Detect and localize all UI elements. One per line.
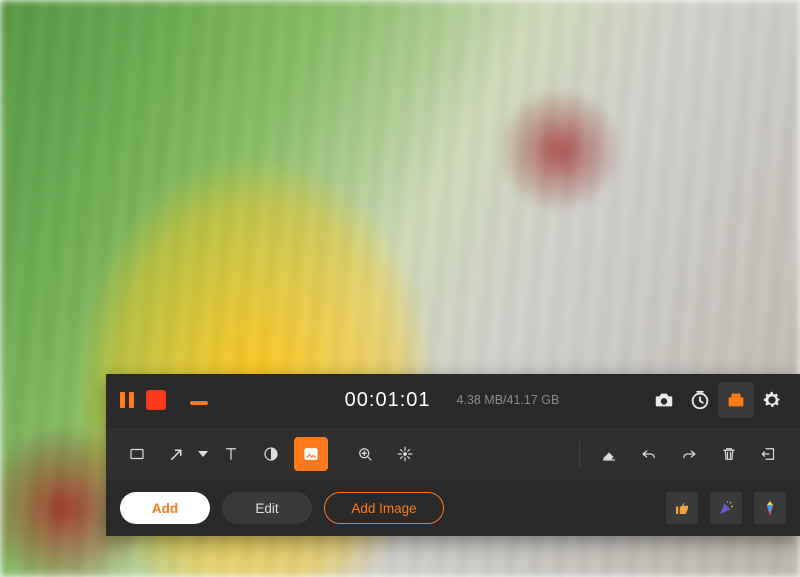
erase-icon [600, 445, 618, 463]
confetti-icon [717, 499, 735, 517]
undo-icon [640, 445, 658, 463]
focus-icon [396, 445, 414, 463]
thumbs-up-icon [673, 499, 691, 517]
sticker-diamond[interactable] [754, 492, 786, 524]
toolbox-icon [725, 389, 747, 411]
delete-button[interactable] [712, 437, 746, 471]
text-icon [222, 445, 240, 463]
trash-icon [720, 445, 738, 463]
recorder-panel: 00:01:01 4.38 MB/41.17 GB [106, 374, 800, 536]
erase-tool[interactable] [592, 437, 626, 471]
arrow-options-dropdown[interactable] [198, 451, 208, 457]
add-button[interactable]: Add [120, 492, 210, 524]
toolbar-divider [579, 441, 580, 467]
export-icon [760, 445, 778, 463]
redo-icon [680, 445, 698, 463]
stop-button[interactable] [146, 390, 166, 410]
image-tool[interactable] [294, 437, 328, 471]
contrast-icon [262, 445, 280, 463]
redo-button[interactable] [672, 437, 706, 471]
arrow-icon [168, 445, 186, 463]
top-bar: 00:01:01 4.38 MB/41.17 GB [106, 374, 800, 426]
zoom-icon [356, 445, 374, 463]
contrast-tool[interactable] [254, 437, 288, 471]
action-bar: Add Edit Add Image [106, 480, 800, 536]
rectangle-icon [128, 445, 146, 463]
camera-icon [653, 389, 675, 411]
camera-button[interactable] [646, 382, 682, 418]
rectangle-tool[interactable] [120, 437, 154, 471]
zoom-tool[interactable] [348, 437, 382, 471]
edit-button[interactable]: Edit [222, 492, 312, 524]
image-icon [302, 445, 320, 463]
focus-tool[interactable] [388, 437, 422, 471]
schedule-button[interactable] [682, 382, 718, 418]
export-button[interactable] [752, 437, 786, 471]
settings-button[interactable] [754, 382, 790, 418]
size-status: 4.38 MB/41.17 GB [457, 393, 560, 407]
arrow-tool[interactable] [160, 437, 194, 471]
toolbar [106, 426, 800, 480]
clock-icon [689, 389, 711, 411]
text-tool[interactable] [214, 437, 248, 471]
undo-button[interactable] [632, 437, 666, 471]
pause-button[interactable] [116, 389, 138, 411]
gear-icon [761, 389, 783, 411]
add-image-button[interactable]: Add Image [324, 492, 444, 524]
sticker-confetti[interactable] [710, 492, 742, 524]
toolbox-button[interactable] [718, 382, 754, 418]
diamond-icon [761, 499, 779, 517]
timer-display: 00:01:01 [345, 389, 431, 412]
sticker-thumbs-up[interactable] [666, 492, 698, 524]
minimize-button[interactable] [190, 401, 208, 405]
